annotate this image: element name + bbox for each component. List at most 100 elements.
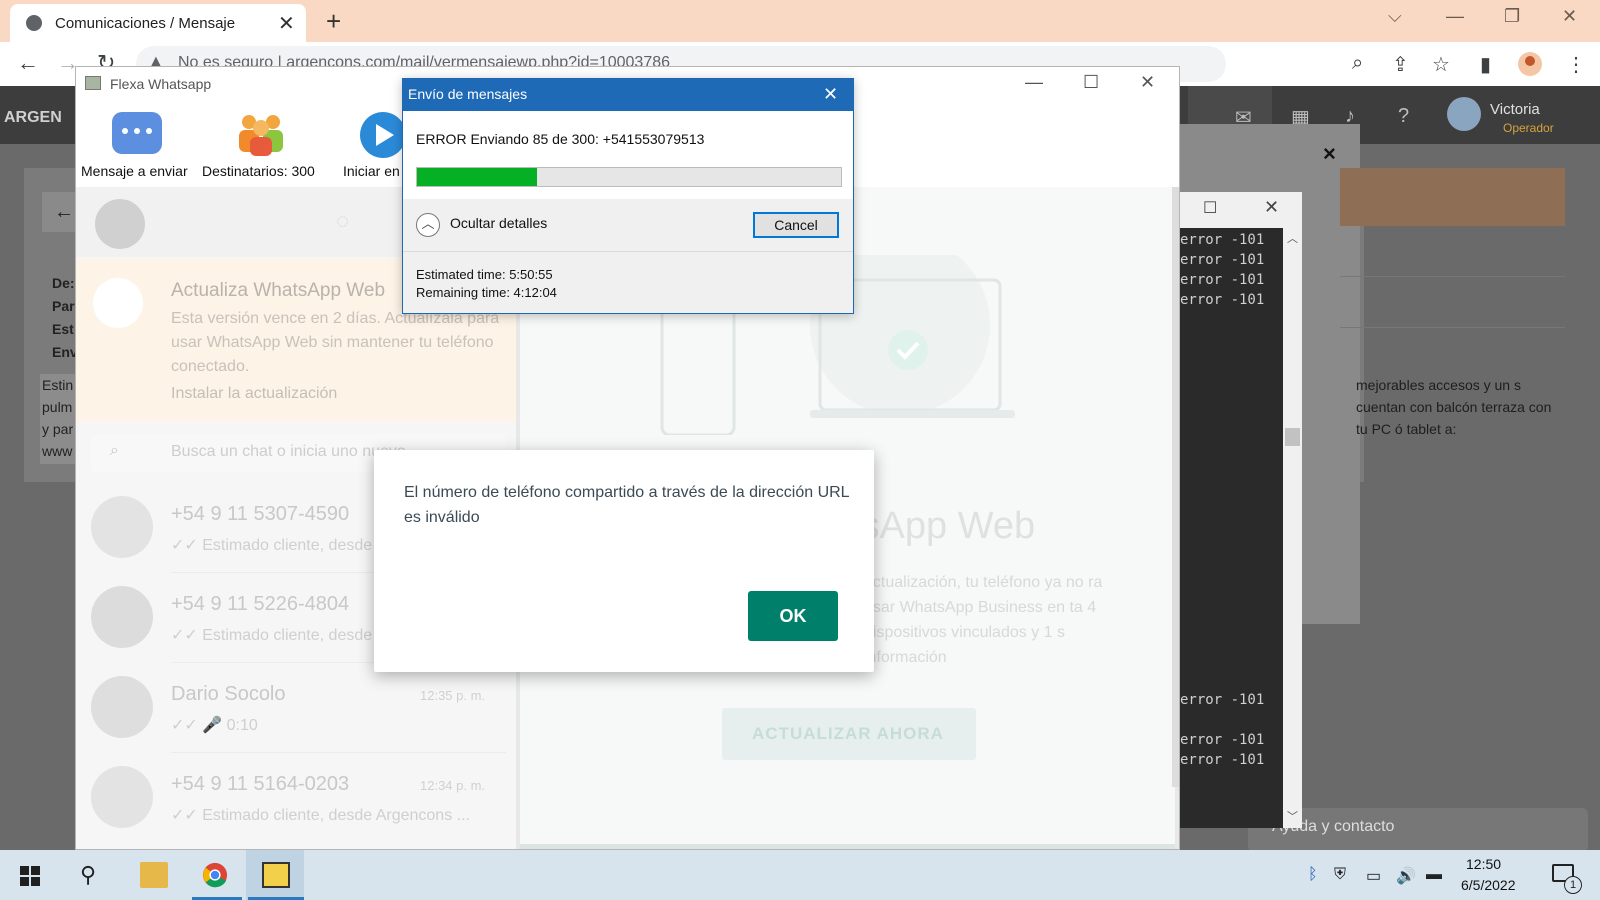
clock-time[interactable]: 12:50 [1466, 856, 1501, 872]
flexa-title: Flexa Whatsapp [110, 76, 212, 92]
install-update-link[interactable]: Instalar la actualización [171, 385, 337, 403]
intro-bottom-bar [520, 844, 1175, 849]
file-explorer-icon[interactable] [140, 862, 168, 888]
scroll-thumb[interactable] [1285, 428, 1300, 446]
progress-dialog-close-icon[interactable]: ✕ [823, 84, 838, 105]
progress-error-text: ERROR Enviando 85 de 300: +541553079513 [416, 131, 705, 147]
divider [403, 251, 853, 252]
console-line: error -101 [1180, 252, 1265, 268]
share-icon[interactable]: ⇪ [1392, 52, 1409, 77]
avatar [91, 676, 153, 738]
cancel-button[interactable]: Cancel [753, 212, 839, 238]
flexa-minimize-button[interactable]: — [1025, 72, 1043, 93]
security-shield-icon[interactable]: ⛨ [1334, 866, 1346, 884]
chevron-up-icon[interactable]: ︿ [416, 213, 440, 237]
new-tab-button[interactable]: + [326, 6, 341, 37]
divider [1340, 276, 1565, 277]
flexa-scrollbar[interactable] [1172, 187, 1179, 787]
menu-kebab-icon[interactable]: ⋮ [1566, 52, 1586, 77]
status-icon[interactable]: ◌ [336, 208, 349, 234]
chat-search-placeholder: Busca un chat o inicia uno nuevo [171, 443, 406, 460]
intro-title: tsApp Web [850, 505, 1036, 547]
chat-name[interactable]: +54 9 11 5164-0203 [171, 773, 349, 796]
search-icon: ⌕ [110, 442, 119, 459]
start-send-button[interactable]: Iniciar en [343, 163, 400, 179]
console-maximize-icon[interactable]: ☐ [1203, 198, 1217, 218]
banner-title: Actualiza WhatsApp Web [171, 280, 386, 301]
minimize-window-button[interactable]: — [1446, 6, 1464, 27]
hide-details-toggle[interactable]: Ocultar detalles [450, 215, 547, 231]
chrome-icon[interactable] [201, 862, 229, 888]
estimated-time: Estimated time: 5:50:55 [416, 267, 553, 282]
windows-start-icon[interactable] [20, 866, 40, 886]
avatar [91, 766, 153, 828]
chat-preview: ✓✓ 🎤 0:10 [171, 717, 258, 734]
chat-preview: ✓✓ Estimado cliente, desde [171, 537, 373, 554]
profile-avatar-icon[interactable] [1518, 52, 1542, 76]
back-arrow-icon[interactable]: ← [17, 50, 39, 76]
site-modal-text: mejorables accesos y un s cuentan con ba… [1356, 377, 1552, 437]
user-role: Operador [1503, 121, 1554, 135]
recipients-button[interactable]: Destinatarios: 300 [202, 163, 315, 179]
taskbar [0, 850, 1600, 900]
scroll-down-icon[interactable]: ﹀ [1287, 808, 1298, 824]
site-logo: ARGEN [4, 109, 62, 126]
bookmark-star-icon[interactable]: ☆ [1432, 52, 1450, 77]
tab-close-icon[interactable]: ✕ [278, 11, 295, 36]
clock-date[interactable]: 6/5/2022 [1461, 877, 1516, 893]
progress-bar-fill [417, 168, 537, 186]
chat-name[interactable]: Dario Socolo [171, 683, 286, 706]
message-to-send-button[interactable]: Mensaje a enviar [81, 163, 188, 179]
console-line: error -101 [1180, 752, 1265, 768]
scroll-up-icon[interactable]: ︿ [1287, 230, 1298, 246]
globe-icon [26, 15, 42, 31]
volume-icon[interactable]: 🔊 [1396, 866, 1416, 886]
chat-preview: ✓✓ Estimado cliente, desde [171, 627, 373, 644]
play-icon[interactable] [360, 112, 406, 158]
user-name[interactable]: Victoria [1490, 101, 1540, 118]
divider [171, 752, 506, 753]
progress-dialog-title: Envío de mensajes [408, 86, 528, 102]
chat-name[interactable]: +54 9 11 5226-4804 [171, 593, 349, 616]
avatar [91, 496, 153, 558]
browser-tab[interactable]: Comunicaciones / Mensaje ✕ [10, 4, 306, 42]
ok-button[interactable]: OK [748, 591, 838, 641]
console-titlebar: ☐ ✕ [1178, 192, 1302, 228]
console-close-icon[interactable]: ✕ [1264, 197, 1279, 218]
console-line: error -101 [1180, 272, 1265, 288]
bluetooth-icon[interactable]: ᛒ [1308, 866, 1318, 884]
zoom-icon[interactable]: ⌕ [1352, 52, 1363, 75]
help-icon[interactable]: ? [1398, 105, 1409, 128]
laptop-update-icon [93, 278, 143, 328]
chat-time: 12:34 p. m. [420, 778, 486, 793]
tab-title: Comunicaciones / Mensaje [55, 15, 236, 32]
message-body-fragment: Estin pulm y par www [40, 374, 80, 464]
site-modal-close-icon[interactable]: × [1323, 141, 1336, 167]
recipients-group-icon[interactable] [236, 110, 286, 156]
chat-time: 12:35 p. m. [420, 688, 486, 703]
site-modal-banner [1340, 168, 1565, 226]
restore-window-button[interactable]: ❐ [1504, 6, 1520, 27]
close-window-button[interactable]: ✕ [1562, 6, 1577, 27]
side-panel-icon[interactable]: ▮ [1480, 52, 1491, 77]
message-field-labels: De: Par Est Env [52, 275, 78, 360]
search-icon[interactable]: ⚲ [80, 862, 96, 888]
message-bubbles-icon[interactable] [112, 112, 162, 154]
network-icon[interactable]: ▭ [1366, 866, 1381, 886]
intro-description: actualización, tu teléfono ya no ra usar… [864, 574, 1103, 666]
flexa-maximize-button[interactable]: ☐ [1083, 72, 1099, 93]
chat-name[interactable]: +54 9 11 5307-4590 [171, 503, 349, 526]
console-scrollbar[interactable]: ︿ ﹀ [1283, 228, 1302, 828]
avatar [91, 586, 153, 648]
profile-avatar[interactable] [95, 199, 145, 249]
flexa-close-button[interactable]: ✕ [1140, 72, 1155, 93]
console-line: error -101 [1180, 732, 1265, 748]
battery-icon[interactable]: ▬ [1426, 866, 1442, 884]
banner-text: Esta versión vence en 2 días. Actualízal… [171, 310, 500, 375]
user-avatar[interactable] [1447, 97, 1481, 131]
console-line: error -101 [1180, 692, 1265, 708]
flexa-icon[interactable] [262, 862, 290, 888]
remaining-time: Remaining time: 4:12:04 [416, 285, 557, 300]
console-line: error -101 [1180, 292, 1265, 308]
tab-search-icon[interactable]: ⌵ [1388, 6, 1402, 27]
